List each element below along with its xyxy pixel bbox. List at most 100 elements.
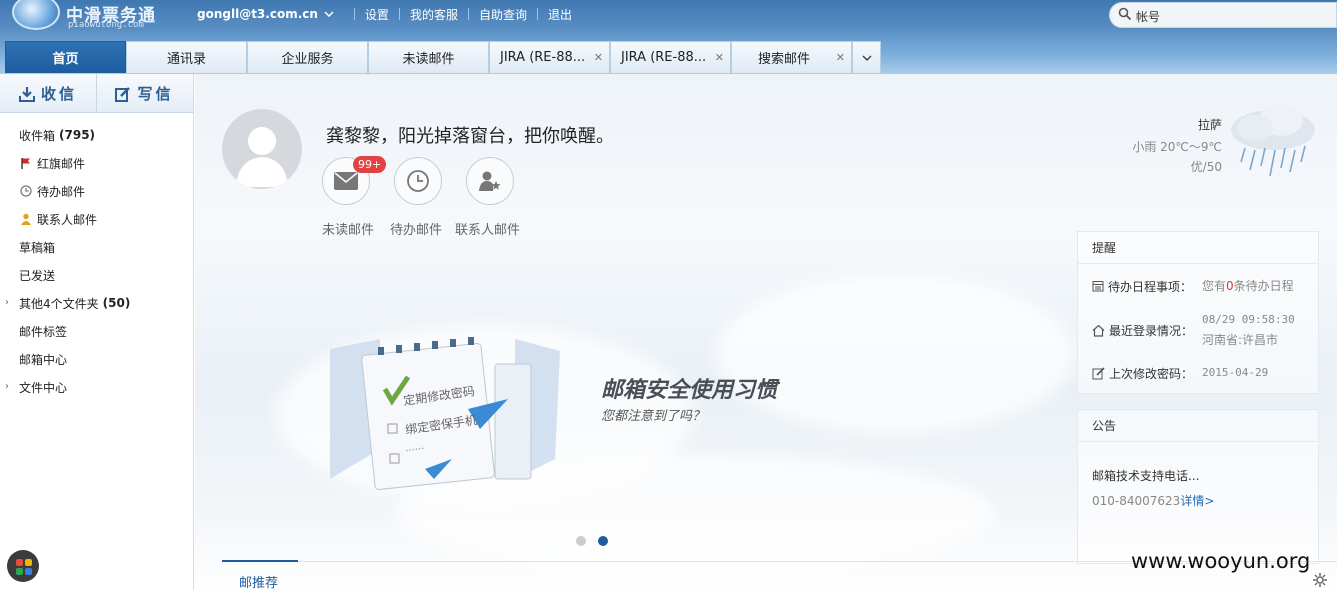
tab-label: JIRA (RE-88... bbox=[621, 50, 707, 65]
tab-label: 企业服务 bbox=[281, 52, 334, 67]
close-icon[interactable]: ✕ bbox=[715, 51, 724, 64]
greeting: 龚黎黎，阳光掉落窗台，把你唤醒。 bbox=[326, 126, 614, 147]
app-launcher-button[interactable] bbox=[7, 550, 39, 582]
tab-jira-1[interactable]: JIRA (RE-88... ✕ bbox=[489, 41, 610, 73]
unread-mail-shortcut[interactable]: 99+ bbox=[322, 156, 387, 205]
shortcut-label[interactable]: 待办邮件 bbox=[390, 219, 442, 238]
todo-row: 待办日程事项： 您有0条待办日程 bbox=[1092, 276, 1294, 296]
close-icon[interactable]: ✕ bbox=[836, 51, 845, 64]
folder-contacts[interactable]: 联系人邮件 bbox=[0, 205, 193, 233]
chevron-right-icon[interactable]: › bbox=[5, 297, 9, 308]
search-input[interactable]: 帐号 bbox=[1136, 8, 1160, 25]
rain-cloud-icon bbox=[1231, 104, 1315, 177]
tab-search-mail[interactable]: 搜索邮件 ✕ bbox=[731, 41, 852, 73]
calendar-icon bbox=[1092, 281, 1104, 292]
chevron-right-icon[interactable]: › bbox=[5, 381, 9, 392]
folder-mail-center[interactable]: 邮箱中心 bbox=[0, 345, 193, 373]
gear-icon[interactable] bbox=[1313, 573, 1327, 587]
tab-more-button[interactable] bbox=[852, 41, 881, 73]
notice-details-link[interactable]: 详情> bbox=[1180, 494, 1214, 508]
tab-unread-mail[interactable]: 未读邮件 bbox=[368, 41, 489, 73]
folder-label: 已发送 bbox=[19, 268, 56, 283]
todo-post: 条待办日程 bbox=[1233, 279, 1294, 293]
todo-mail-shortcut[interactable] bbox=[394, 157, 442, 205]
weather-aqi: 优/50 bbox=[1190, 160, 1222, 174]
login-place: 河南省:许昌市 bbox=[1202, 333, 1279, 347]
folder-others[interactable]: › 其他4个文件夹 (50) bbox=[0, 289, 193, 317]
folder-file-center[interactable]: › 文件中心 bbox=[0, 373, 193, 401]
banner-title[interactable]: 邮箱安全使用习惯 bbox=[601, 372, 777, 404]
sidebar-actions: 收信 写信 bbox=[0, 74, 193, 113]
folder-label: 收件箱 bbox=[19, 128, 56, 143]
carousel-dot-2[interactable] bbox=[598, 536, 608, 546]
search-icon[interactable] bbox=[1118, 7, 1132, 21]
login-value: 08/29 09:58:30 河南省:许昌市 bbox=[1202, 310, 1295, 351]
compose-label: 写信 bbox=[137, 85, 174, 103]
contact-star-icon bbox=[479, 171, 501, 191]
folder-todo[interactable]: 待办邮件 bbox=[0, 177, 193, 205]
tab-home[interactable]: 首页 bbox=[5, 41, 126, 73]
flag-icon bbox=[19, 156, 33, 170]
divider bbox=[536, 8, 538, 20]
todo-pre: 您有 bbox=[1202, 279, 1227, 293]
logout-link[interactable]: 退出 bbox=[548, 6, 572, 23]
login-time: 08/29 09:58:30 bbox=[1202, 313, 1295, 326]
self-query-link[interactable]: 自助查询 bbox=[479, 6, 527, 23]
person-icon bbox=[19, 212, 33, 226]
divider bbox=[467, 8, 469, 20]
weather-widget[interactable]: 拉萨 小雨 20℃～9℃ 优/50 bbox=[1117, 104, 1337, 230]
password-label: 上次修改密码： bbox=[1109, 366, 1194, 381]
tab-jira-2[interactable]: JIRA (RE-88... ✕ bbox=[610, 41, 731, 73]
tab-enterprise-service[interactable]: 企业服务 bbox=[247, 41, 368, 73]
reminder-panel: 提醒 待办日程事项： 您有0条待办日程 最近登录情况： 08/29 09:58:… bbox=[1077, 231, 1319, 394]
folder-flagged[interactable]: 红旗邮件 bbox=[0, 149, 193, 177]
close-icon[interactable]: ✕ bbox=[594, 51, 603, 64]
folder-sent[interactable]: 已发送 bbox=[0, 261, 193, 289]
app-dot bbox=[16, 559, 23, 566]
search-box[interactable]: 帐号 bbox=[1109, 2, 1337, 28]
folder-label: 草稿箱 bbox=[19, 240, 56, 255]
folder-inbox[interactable]: 收件箱 (795) bbox=[0, 121, 193, 149]
shortcut-label[interactable]: 联系人邮件 bbox=[455, 219, 520, 238]
receive-button[interactable]: 收信 bbox=[0, 74, 96, 113]
compose-icon bbox=[115, 86, 131, 102]
avatar[interactable] bbox=[222, 109, 302, 189]
cloud-bg bbox=[715, 274, 1075, 434]
tab-recommend[interactable]: 邮推荐 bbox=[222, 560, 298, 590]
logo[interactable]: 中滑票务通 piaowutong.com bbox=[6, 0, 186, 32]
user-email[interactable]: gongll@t3.com.cn bbox=[197, 7, 318, 21]
tab-contacts[interactable]: 通讯录 bbox=[126, 41, 247, 73]
compose-button[interactable]: 写信 bbox=[96, 74, 192, 113]
folder-label: 联系人邮件 bbox=[37, 212, 98, 227]
tab-bar: 首页 通讯录 企业服务 未读邮件 JIRA (RE-88... ✕ JIRA (R… bbox=[5, 41, 881, 73]
clock-icon bbox=[19, 184, 33, 198]
top-bar: 中滑票务通 piaowutong.com gongll@t3.com.cn 设置… bbox=[0, 0, 1337, 74]
folder-drafts[interactable]: 草稿箱 bbox=[0, 233, 193, 261]
tab-label: 未读邮件 bbox=[402, 52, 455, 67]
login-row: 最近登录情况： 08/29 09:58:30 河南省:许昌市 bbox=[1092, 310, 1295, 351]
clock-icon bbox=[407, 170, 429, 192]
main-content: 龚黎黎，阳光掉落窗台，把你唤醒。 99+ 未读邮件 待办邮件 联系人邮件 拉萨 … bbox=[195, 74, 1337, 590]
receive-label: 收信 bbox=[40, 85, 77, 103]
carousel-dot-1[interactable] bbox=[576, 536, 586, 546]
folder-label: 邮箱中心 bbox=[19, 352, 68, 367]
settings-link[interactable]: 设置 bbox=[365, 6, 389, 23]
my-service-link[interactable]: 我的客服 bbox=[410, 6, 458, 23]
app-dot bbox=[16, 568, 23, 575]
sidebar: 收信 写信 收件箱 (795) 红旗邮件 待办邮件 联系人邮件 草稿箱 已发送 ›… bbox=[0, 74, 194, 590]
folder-count: (795) bbox=[59, 128, 96, 142]
chevron-down-icon bbox=[862, 55, 871, 61]
banner-subtitle: 您都注意到了吗？ bbox=[601, 409, 706, 424]
contact-mail-shortcut[interactable] bbox=[466, 157, 514, 205]
folder-tags[interactable]: 邮件标签 bbox=[0, 317, 193, 345]
todo-count: 0 bbox=[1226, 279, 1234, 293]
download-icon bbox=[18, 86, 35, 102]
tab-label: 通讯录 bbox=[166, 52, 206, 67]
folder-label: 待办邮件 bbox=[37, 184, 86, 199]
notice-text[interactable]: 邮箱技术支持电话... bbox=[1092, 467, 1199, 484]
tab-label: 搜索邮件 bbox=[758, 52, 811, 67]
chevron-down-icon[interactable] bbox=[324, 9, 334, 20]
folder-label: 红旗邮件 bbox=[37, 156, 86, 171]
shortcut-label[interactable]: 未读邮件 bbox=[322, 219, 374, 238]
todo-value[interactable]: 您有0条待办日程 bbox=[1202, 276, 1294, 296]
